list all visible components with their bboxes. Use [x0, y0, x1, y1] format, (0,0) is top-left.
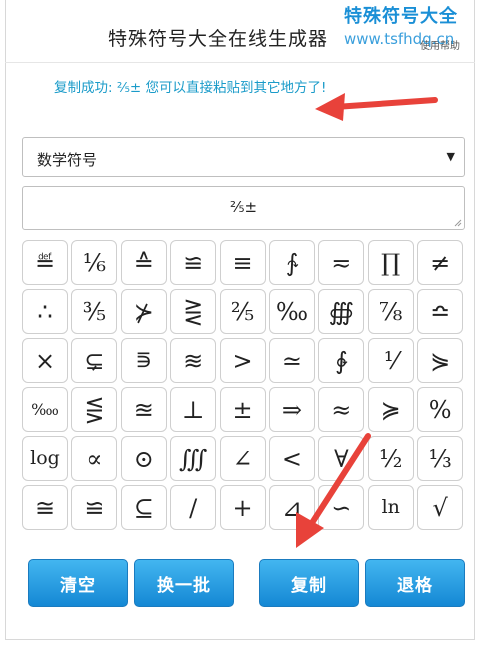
symbol-key[interactable]: % — [417, 387, 464, 432]
symbol-key[interactable]: √ — [417, 485, 464, 530]
symbol-key[interactable]: ⅟ — [367, 338, 414, 383]
backspace-button[interactable]: 退格 — [365, 559, 465, 607]
symbol-key[interactable]: ≃ — [268, 338, 315, 383]
symbol-key[interactable]: ⊁ — [120, 289, 167, 334]
symbol-key[interactable]: ⊥ — [170, 387, 217, 432]
symbol-key[interactable]: ≡ — [219, 240, 266, 285]
header-divider — [5, 62, 475, 63]
copy-success-message: 复制成功: ⅖± 您可以直接粘贴到其它地方了! — [54, 80, 327, 96]
symbol-key[interactable]: ⇒ — [268, 387, 315, 432]
symbol-key[interactable]: ⅙ — [71, 240, 118, 285]
symbol-key[interactable]: ≈ — [318, 387, 365, 432]
symbol-key[interactable]: ≂ — [318, 240, 365, 285]
help-link[interactable]: 使用帮助 — [420, 37, 460, 52]
symbol-key[interactable]: ∭ — [170, 436, 217, 481]
symbol-key[interactable]: ≠ — [417, 240, 464, 285]
symbol-key[interactable]: ∏ — [367, 240, 414, 285]
symbol-key[interactable]: ⅗ — [71, 289, 118, 334]
symbol-key[interactable]: ∲ — [318, 338, 365, 383]
symbol-key[interactable]: ⋚ — [71, 387, 118, 432]
chevron-down-icon: ▼ — [446, 150, 455, 163]
symbol-key[interactable]: ⅞ — [367, 289, 414, 334]
symbol-key[interactable]: ⊆ — [120, 485, 167, 530]
symbol-key[interactable]: ‱ — [22, 387, 68, 432]
symbol-key[interactable]: + — [219, 485, 266, 530]
symbol-key[interactable]: × — [22, 338, 68, 383]
symbol-key[interactable]: ⊊ — [71, 338, 118, 383]
refresh-button[interactable]: 换一批 — [134, 559, 234, 607]
symbol-key[interactable]: ≋ — [170, 338, 217, 383]
symbol-key[interactable]: ≌ — [170, 240, 217, 285]
symbol-key[interactable]: ≌ — [71, 485, 118, 530]
symbol-key[interactable]: log — [22, 436, 68, 481]
symbol-key[interactable]: ⅖ — [219, 289, 266, 334]
symbol-grid: ≝ ⅙ ≙ ≌ ≡ ∱ ≂ ∏ ≠ ∴ ⅗ ⊁ ⋛ ⅖ ‰ ∰ ⅞ ≏ × ⊊ ⋾ ≋ > ≃ ∲ ⅟ ⋟ ‱ ⋚ ≊ ⊥ ± ⇒ ≈ ≽% log ∝… — [22, 240, 464, 530]
output-textarea[interactable]: ⅖± — [22, 186, 465, 230]
symbol-key[interactable]: ∝ — [71, 436, 118, 481]
symbol-key[interactable]: ∕ — [170, 485, 217, 530]
output-value: ⅖± — [229, 198, 258, 216]
symbol-key[interactable]: ⊿ — [268, 485, 315, 530]
symbol-key[interactable]: ≅ — [22, 485, 68, 530]
symbol-key[interactable]: ≊ — [120, 387, 167, 432]
symbol-key[interactable]: ∽ — [318, 485, 365, 530]
symbol-key[interactable]: ∠ — [219, 436, 266, 481]
category-select-value: 数学符号 — [37, 151, 98, 169]
symbol-key[interactable]: ± — [219, 387, 266, 432]
resize-grip-icon[interactable] — [453, 218, 462, 227]
symbol-key[interactable]: ⊙ — [120, 436, 167, 481]
symbol-key[interactable]: ≽ — [367, 387, 414, 432]
symbol-key[interactable]: ∰ — [318, 289, 365, 334]
clear-button[interactable]: 清空 — [28, 559, 128, 607]
symbol-key[interactable]: ≙ — [120, 240, 167, 285]
symbol-key[interactable]: ½ — [367, 436, 414, 481]
symbol-key[interactable]: ∴ — [22, 289, 68, 334]
symbol-key[interactable]: ∱ — [268, 240, 315, 285]
page-title: 特殊符号大全在线生成器 — [108, 28, 329, 50]
symbol-key[interactable]: < — [268, 436, 315, 481]
symbol-key[interactable]: > — [219, 338, 266, 383]
symbol-key[interactable]: ∀ — [318, 436, 365, 481]
symbol-key[interactable]: ⋾ — [120, 338, 167, 383]
symbol-key[interactable]: ≏ — [417, 289, 464, 334]
symbol-key[interactable]: ≝ — [22, 240, 68, 285]
symbol-key[interactable]: ‰ — [268, 289, 315, 334]
copy-button[interactable]: 复制 — [259, 559, 359, 607]
category-select[interactable]: 数学符号 ▼ — [22, 137, 465, 177]
symbol-key[interactable]: ⋛ — [170, 289, 217, 334]
symbol-key[interactable]: ⋟ — [417, 338, 464, 383]
symbol-key[interactable]: ln — [367, 485, 414, 530]
symbol-key[interactable]: ⅓ — [417, 436, 464, 481]
